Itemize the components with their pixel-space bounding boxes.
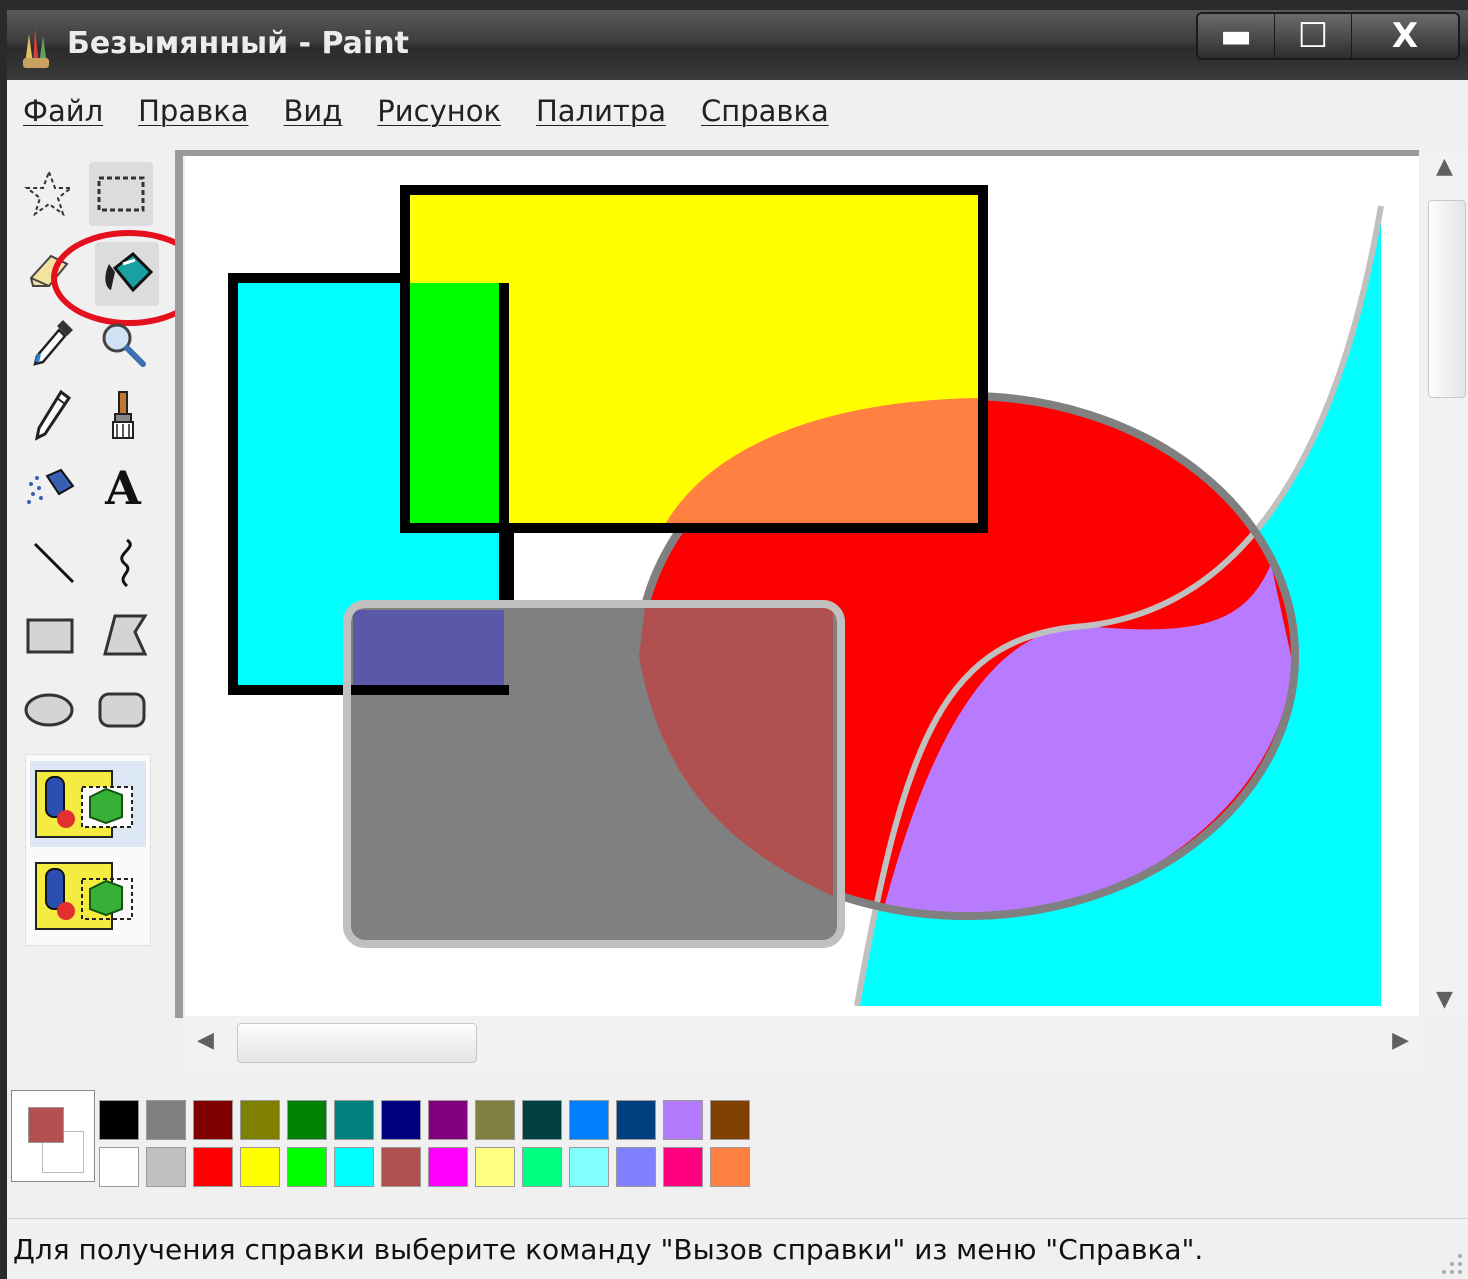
scroll-up-icon[interactable]: ▲ bbox=[1436, 154, 1453, 179]
transparent-option[interactable] bbox=[30, 853, 146, 939]
palette-swatch[interactable] bbox=[334, 1100, 374, 1140]
paint-window: Безымянный - Paint ▬ ☐ X Файл Правка Вид… bbox=[7, 10, 1468, 1279]
brush-icon bbox=[112, 391, 134, 439]
palette-swatch[interactable] bbox=[99, 1147, 139, 1187]
window-title: Безымянный - Paint bbox=[67, 26, 409, 61]
menu-help[interactable]: Справка bbox=[701, 94, 829, 128]
vertical-scroll-thumb[interactable] bbox=[1428, 200, 1466, 398]
close-button[interactable]: X bbox=[1352, 14, 1458, 58]
menu-colors[interactable]: Палитра bbox=[536, 94, 666, 128]
rectangle-tool[interactable] bbox=[19, 604, 83, 668]
drawing-canvas[interactable] bbox=[185, 156, 1419, 1016]
menu-image[interactable]: Рисунок bbox=[377, 94, 501, 128]
palette-swatch[interactable] bbox=[428, 1100, 468, 1140]
navy-overlap bbox=[353, 610, 504, 685]
foreground-color bbox=[28, 1107, 64, 1143]
rounded-rectangle-icon bbox=[98, 692, 146, 728]
magnifier-tool[interactable] bbox=[91, 312, 155, 376]
palette-swatch[interactable] bbox=[663, 1100, 703, 1140]
palette-swatch[interactable] bbox=[616, 1100, 656, 1140]
opaque-selection-icon bbox=[35, 770, 133, 838]
palette-swatch[interactable] bbox=[475, 1100, 515, 1140]
select-tool[interactable] bbox=[89, 162, 153, 226]
line-tool[interactable] bbox=[21, 530, 85, 594]
menu-view[interactable]: Вид bbox=[284, 94, 343, 128]
palette-swatch[interactable] bbox=[381, 1147, 421, 1187]
palette-swatch[interactable] bbox=[710, 1147, 750, 1187]
drawing bbox=[228, 185, 1384, 1007]
palette-swatch[interactable] bbox=[710, 1100, 750, 1140]
text-tool[interactable]: A bbox=[91, 456, 155, 520]
palette-swatch[interactable] bbox=[334, 1147, 374, 1187]
palette-swatch[interactable] bbox=[99, 1100, 139, 1140]
opaque-option[interactable] bbox=[30, 761, 146, 847]
airbrush-tool[interactable] bbox=[19, 456, 83, 520]
maximize-button[interactable]: ☐ bbox=[1275, 14, 1352, 58]
text-a-icon: A bbox=[105, 461, 141, 515]
star-select-icon bbox=[24, 169, 74, 217]
horizontal-scrollbar[interactable]: ◀ ▶ bbox=[183, 1018, 1423, 1068]
palette-swatch[interactable] bbox=[287, 1147, 327, 1187]
ellipse-tool[interactable] bbox=[17, 678, 81, 742]
current-colors bbox=[11, 1090, 95, 1182]
rectangle-icon bbox=[26, 618, 74, 654]
palette-swatch[interactable] bbox=[428, 1147, 468, 1187]
status-text: Для получения справки выберите команду "… bbox=[13, 1233, 1204, 1266]
vertical-scrollbar[interactable]: ▲ ▼ bbox=[1424, 150, 1468, 1018]
horizontal-scroll-thumb[interactable] bbox=[237, 1023, 477, 1063]
menu-bar: Файл Правка Вид Рисунок Палитра Справка bbox=[7, 80, 1468, 142]
palette-swatch[interactable] bbox=[381, 1100, 421, 1140]
menu-edit[interactable]: Правка bbox=[138, 94, 248, 128]
eyedropper-icon bbox=[33, 320, 73, 366]
scroll-left-icon[interactable]: ◀ bbox=[197, 1028, 214, 1053]
palette-swatch[interactable] bbox=[616, 1147, 656, 1187]
rounded-rectangle-tool[interactable] bbox=[91, 678, 155, 742]
line-icon bbox=[33, 542, 75, 584]
pencil-icon bbox=[34, 389, 72, 441]
scroll-right-icon[interactable]: ▶ bbox=[1392, 1028, 1409, 1053]
tool-options bbox=[25, 754, 151, 946]
palette-swatch[interactable] bbox=[193, 1100, 233, 1140]
scroll-down-icon[interactable]: ▼ bbox=[1436, 987, 1453, 1012]
window-controls: ▬ ☐ X bbox=[1196, 12, 1460, 60]
palette-swatch[interactable] bbox=[193, 1147, 233, 1187]
color-palette bbox=[7, 1072, 1468, 1212]
curve-tool[interactable] bbox=[93, 530, 157, 594]
palette-swatch[interactable] bbox=[475, 1147, 515, 1187]
canvas-area: ▲ ▼ ◀ ▶ bbox=[175, 142, 1468, 1070]
ellipse-icon bbox=[24, 693, 74, 727]
minimize-button[interactable]: ▬ bbox=[1198, 14, 1275, 58]
paint-app-icon bbox=[23, 28, 49, 68]
transparent-selection-icon bbox=[35, 862, 133, 930]
pencil-tool[interactable] bbox=[21, 382, 85, 446]
status-bar: Для получения справки выберите команду "… bbox=[7, 1218, 1468, 1279]
palette-swatch[interactable] bbox=[569, 1147, 609, 1187]
magnifier-icon bbox=[102, 323, 146, 367]
polygon-icon bbox=[103, 614, 148, 656]
palette-swatch[interactable] bbox=[287, 1100, 327, 1140]
palette-swatch[interactable] bbox=[522, 1100, 562, 1140]
airbrush-icon bbox=[27, 468, 75, 504]
palette-swatch[interactable] bbox=[569, 1100, 609, 1140]
brush-tool[interactable] bbox=[91, 384, 155, 448]
palette-swatch[interactable] bbox=[522, 1147, 562, 1187]
palette-swatch[interactable] bbox=[663, 1147, 703, 1187]
menu-file[interactable]: Файл bbox=[23, 94, 103, 128]
pick-color-tool[interactable] bbox=[21, 310, 85, 374]
toolbox: A bbox=[7, 142, 207, 1060]
free-form-select-tool[interactable] bbox=[17, 162, 81, 226]
green-overlap bbox=[410, 283, 504, 523]
palette-swatch[interactable] bbox=[240, 1100, 280, 1140]
polygon-tool[interactable] bbox=[93, 604, 157, 668]
palette-swatch[interactable] bbox=[240, 1147, 280, 1187]
resize-grip-icon[interactable] bbox=[1434, 1246, 1464, 1276]
curve-icon bbox=[120, 538, 132, 588]
title-bar[interactable]: Безымянный - Paint ▬ ☐ X bbox=[7, 10, 1468, 80]
palette-swatch[interactable] bbox=[146, 1147, 186, 1187]
rect-select-icon bbox=[97, 176, 145, 212]
palette-swatch[interactable] bbox=[146, 1100, 186, 1140]
